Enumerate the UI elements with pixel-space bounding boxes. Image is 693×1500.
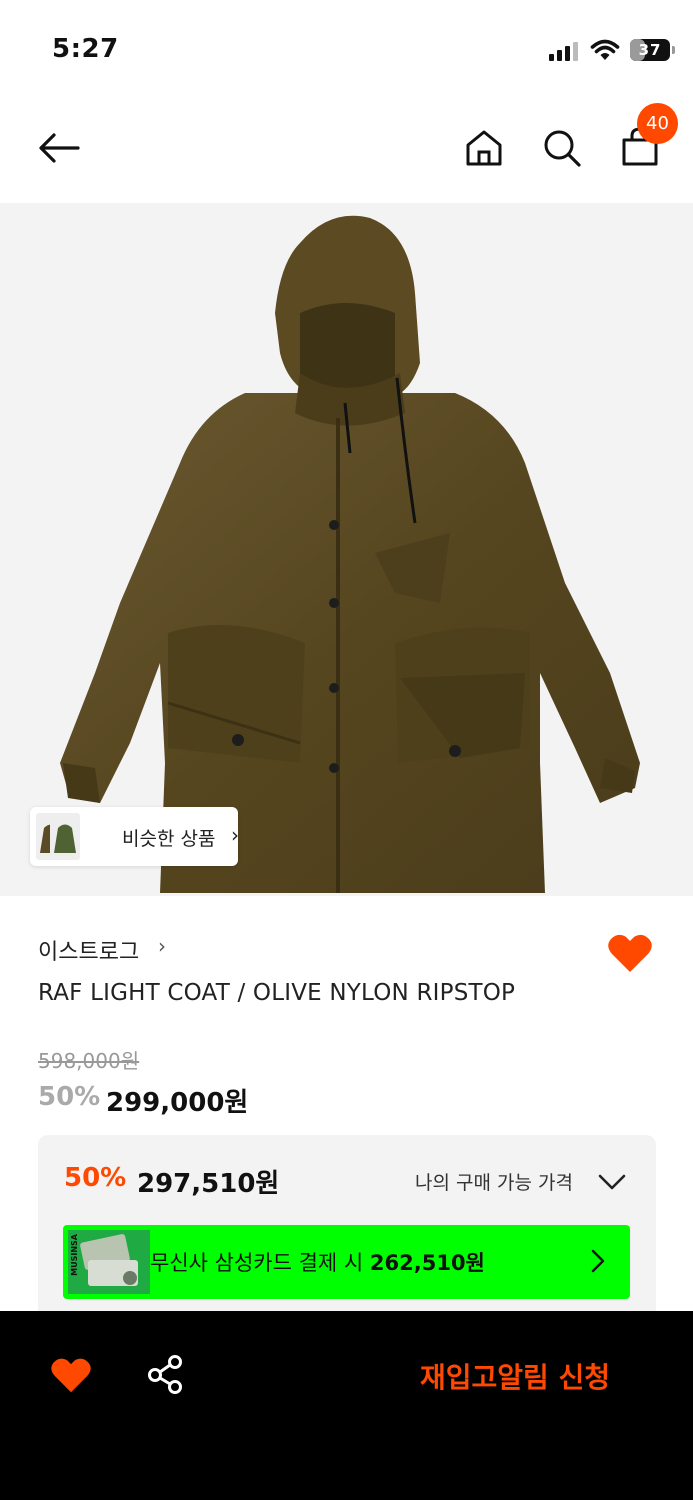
sale-price: 299,000원 bbox=[106, 1088, 249, 1118]
battery-cap bbox=[672, 46, 675, 54]
my-price: 297,510원 bbox=[137, 1169, 280, 1199]
original-price: 598,000원 bbox=[38, 1049, 140, 1073]
my-price-toggle[interactable]: 나의 구매 가능 가격 bbox=[415, 1168, 573, 1195]
battery-icon: 37 bbox=[630, 39, 670, 61]
card-benefit-banner[interactable]: MUSINSA 무신사 삼성카드 결제 시 262,510원 bbox=[63, 1225, 630, 1299]
back-arrow-icon[interactable] bbox=[36, 130, 82, 166]
status-time: 5:27 bbox=[52, 34, 119, 64]
chevron-right-icon: › bbox=[231, 823, 239, 847]
my-discount-rate: 50% bbox=[64, 1163, 127, 1193]
chevron-down-icon[interactable] bbox=[598, 1173, 626, 1191]
share-icon[interactable] bbox=[146, 1354, 186, 1394]
similar-products-label: 비슷한 상품 bbox=[122, 828, 216, 850]
cellular-signal-icon bbox=[549, 41, 579, 61]
bottom-action-bar bbox=[0, 1311, 693, 1500]
status-bar: 5:27 37 bbox=[0, 0, 693, 95]
cart-count-badge: 40 bbox=[637, 103, 678, 144]
restock-alert-button[interactable]: 재입고알림 신청 bbox=[395, 1351, 635, 1401]
product-image[interactable] bbox=[0, 203, 693, 896]
wifi-icon bbox=[590, 39, 620, 60]
similar-thumb-2 bbox=[50, 813, 80, 860]
similar-products-button[interactable]: 비슷한 상품 › bbox=[30, 807, 239, 866]
card-benefit-text: 무신사 삼성카드 결제 시 262,510원 bbox=[150, 1247, 485, 1277]
product-name: RAF LIGHT COAT / OLIVE NYLON RIPSTOP bbox=[38, 980, 516, 1006]
olive-parka-illustration bbox=[60, 215, 640, 893]
top-nav-bar bbox=[0, 95, 693, 203]
battery-percent: 37 bbox=[638, 41, 662, 59]
like-heart-icon[interactable] bbox=[607, 932, 653, 974]
card-promo-thumbnail: MUSINSA bbox=[68, 1230, 150, 1294]
brand-link[interactable]: 이스트로그 bbox=[38, 934, 139, 966]
card-benefit-amount: 262,510원 bbox=[369, 1251, 485, 1275]
discount-rate: 50% bbox=[38, 1082, 101, 1112]
card-thumb-brand: MUSINSA bbox=[70, 1234, 79, 1276]
chevron-right-icon bbox=[591, 1249, 605, 1273]
search-icon[interactable] bbox=[542, 128, 582, 168]
home-icon[interactable] bbox=[464, 128, 504, 168]
chevron-right-icon: › bbox=[158, 934, 166, 958]
card-benefit-label: 무신사 삼성카드 결제 시 bbox=[150, 1251, 370, 1275]
wishlist-heart-icon[interactable] bbox=[50, 1356, 92, 1394]
